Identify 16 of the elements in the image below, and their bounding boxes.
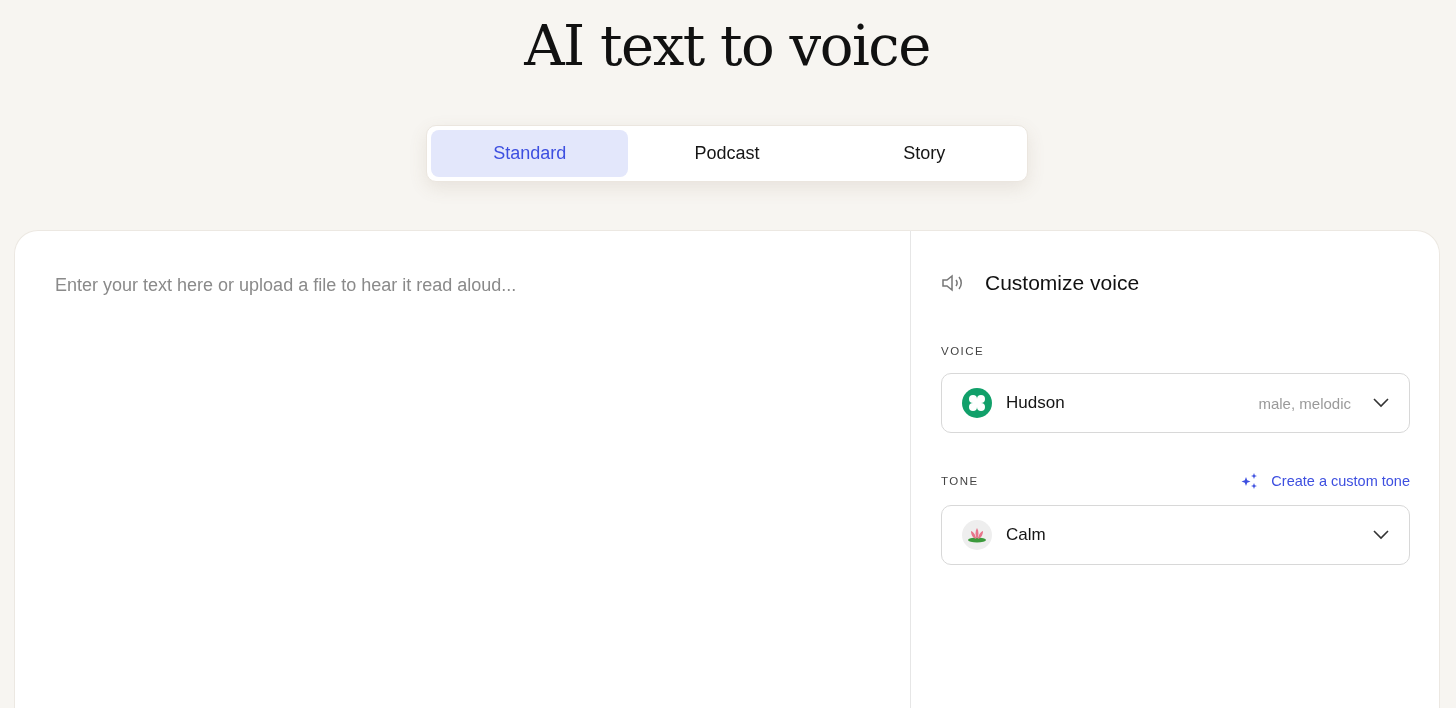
lotus-icon	[962, 520, 992, 550]
custom-tone-link[interactable]: Create a custom tone	[1241, 473, 1410, 489]
chevron-down-icon	[1373, 530, 1389, 540]
panel-title: Customize voice	[985, 271, 1140, 295]
tone-select[interactable]: Calm	[941, 505, 1410, 565]
mode-tab[interactable]: Standard	[431, 130, 629, 177]
page-title: AI text to voice	[524, 12, 930, 80]
speaker-icon	[941, 274, 965, 292]
mode-tab[interactable]: Podcast	[628, 130, 826, 177]
voice-select[interactable]: Hudson male, melodic	[941, 373, 1410, 433]
chevron-down-icon	[1373, 398, 1389, 408]
text-input-field[interactable]: Enter your text here or upload a file to hear it read aloud...	[14, 230, 911, 708]
flower-icon	[962, 388, 992, 418]
mode-tab[interactable]: Story	[825, 130, 1023, 177]
voice-label: VOICE	[941, 345, 985, 357]
tone-label: TONE	[941, 475, 979, 487]
